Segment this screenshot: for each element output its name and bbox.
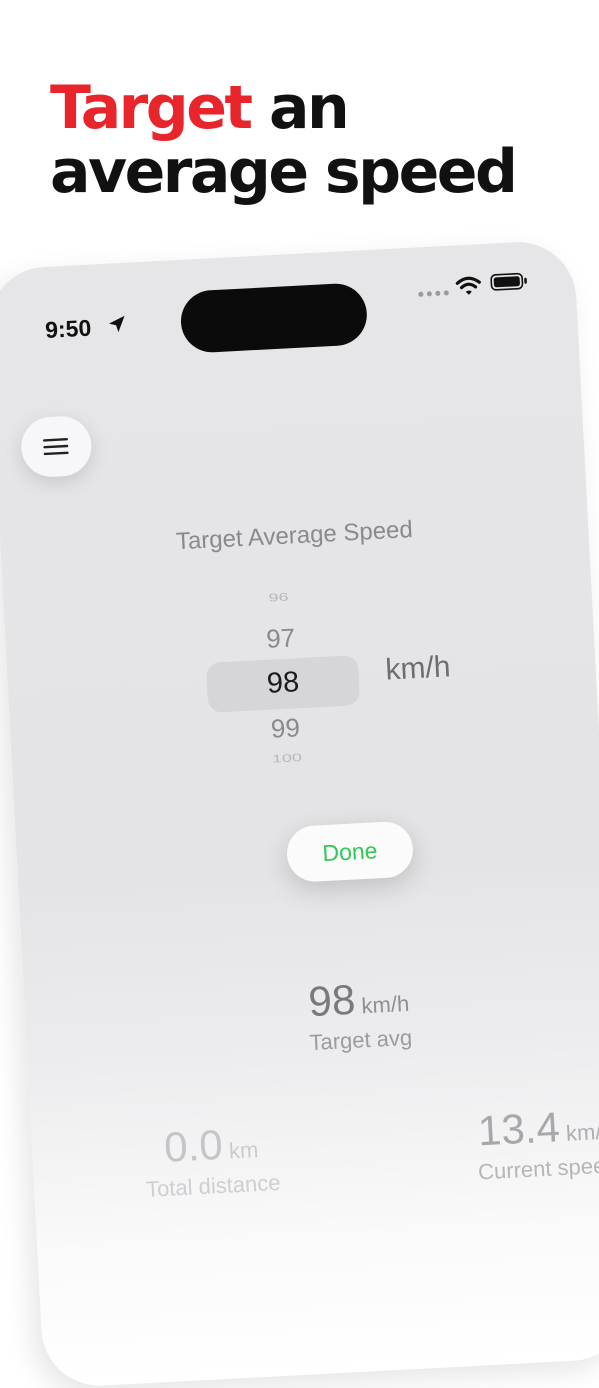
headline-line1-rest: an xyxy=(250,73,350,143)
current-speed-stat: 13.4 km/h Current speed xyxy=(447,1099,599,1187)
wifi-icon xyxy=(455,276,481,295)
target-avg-label: Target avg xyxy=(308,1024,413,1056)
menu-button[interactable] xyxy=(19,414,93,479)
phone-screen: 9:50 Target Average Speed 96 97 98 99 10… xyxy=(0,239,599,1388)
picker-row[interactable]: 99 xyxy=(209,709,362,748)
picker-row[interactable]: 97 xyxy=(204,619,357,658)
total-distance-stat: 0.0 km Total distance xyxy=(115,1116,309,1204)
current-speed-label: Current speed xyxy=(477,1152,599,1185)
done-button[interactable]: Done xyxy=(285,820,415,884)
speed-picker[interactable]: 96 97 98 99 100 xyxy=(3,567,599,797)
picker-title: Target Average Speed xyxy=(175,516,414,556)
target-avg-stat: 98 km/h Target avg xyxy=(268,971,452,1058)
status-time: 9:50 xyxy=(44,314,92,343)
dynamic-island xyxy=(179,282,369,354)
picker-row[interactable]: 100 xyxy=(211,748,363,769)
headline-accent: Target xyxy=(50,73,253,143)
target-avg-unit: km/h xyxy=(360,990,410,1019)
current-speed-value: 13.4 xyxy=(476,1103,561,1155)
total-distance-value: 0.0 xyxy=(163,1120,224,1171)
target-avg-value: 98 xyxy=(307,975,357,1026)
location-arrow-icon xyxy=(108,315,125,333)
cellular-signal-icon xyxy=(418,290,449,297)
headline-line-2: average speed xyxy=(50,137,518,207)
total-distance-label: Total distance xyxy=(145,1169,282,1202)
headline-line-1: Target an xyxy=(50,76,515,140)
battery-icon xyxy=(490,272,527,291)
picker-unit-label: km/h xyxy=(384,650,452,687)
marketing-headline: Target an average speed xyxy=(50,76,518,207)
current-speed-unit: km/h xyxy=(565,1118,599,1146)
picker-row[interactable]: 96 xyxy=(202,587,354,608)
total-distance-unit: km xyxy=(228,1136,259,1164)
hamburger-menu-icon xyxy=(42,438,69,456)
